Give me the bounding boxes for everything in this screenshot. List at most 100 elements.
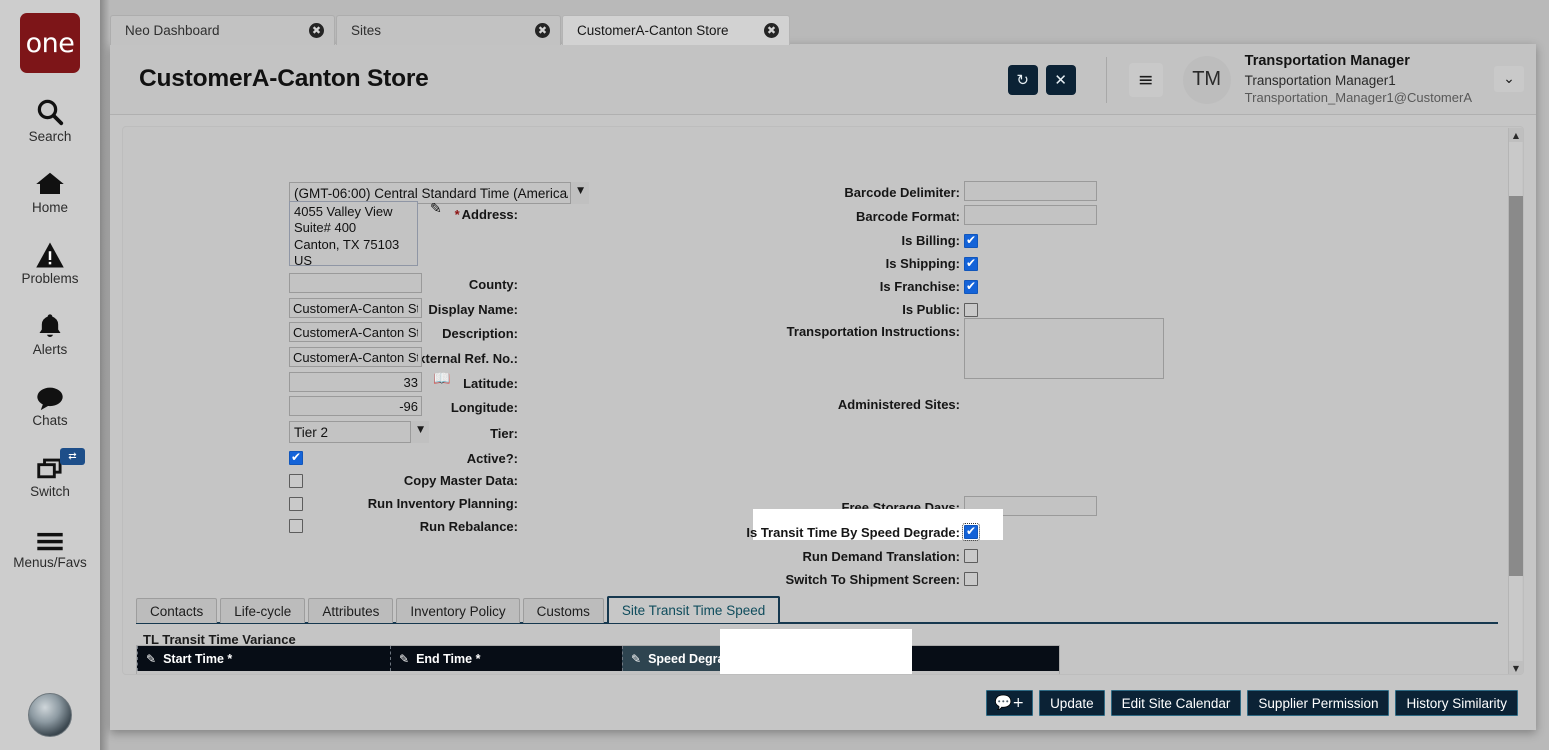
longitude-input[interactable] <box>289 396 422 416</box>
search-icon <box>35 93 65 127</box>
field-label: Barcode Format: <box>855 209 960 224</box>
is-shipping-checkbox[interactable] <box>964 256 978 271</box>
field-label: Run Demand Translation: <box>802 549 960 564</box>
address-textarea[interactable]: 4055 Valley View Suite# 400 Canton, TX 7… <box>289 201 418 266</box>
sidebar-item-menus-favs[interactable]: Menus/Favs <box>0 519 100 570</box>
tab-label: Neo Dashboard <box>125 23 220 38</box>
sidebar-item-problems[interactable]: Problems <box>0 235 100 286</box>
barcode-delimiter-input[interactable] <box>964 181 1097 201</box>
tab-site-transit-time-speed[interactable]: Site Transit Time Speed <box>606 596 781 623</box>
add-comment-button[interactable]: 💬+ <box>985 690 1034 716</box>
grid-column-start-time[interactable]: ✎ Start Time * <box>137 646 390 671</box>
avatar[interactable]: TM <box>1182 55 1231 104</box>
sidebar-item-label: Alerts <box>32 342 68 357</box>
is-transit-time-by-speed-degrade-checkbox[interactable] <box>962 523 980 541</box>
external-ref-input[interactable] <box>289 347 422 367</box>
tier-select[interactable]: Tier 2 <box>289 421 429 443</box>
sidebar-item-label: Switch <box>30 484 70 499</box>
description-input[interactable] <box>289 322 422 342</box>
browser-tab-sites[interactable]: Sites ✖ <box>336 15 561 45</box>
field-label: Latitude: <box>463 376 518 391</box>
field-label: Is Shipping: <box>885 256 960 271</box>
close-icon[interactable]: ✖ <box>764 23 779 38</box>
panel-vertical-scrollbar[interactable]: ▲ ▼ <box>1508 128 1523 674</box>
highlight-overlay-speed-degrade-column <box>720 629 912 674</box>
history-similarity-button[interactable]: History Similarity <box>1395 690 1518 716</box>
tl-transit-time-variance-grid: ✎ Start Time * ✎ End Time * ✎ Speed Degr… <box>136 645 1060 674</box>
field-label: Barcode Delimiter: <box>844 185 960 200</box>
field-label: External Ref. No.: <box>409 351 518 366</box>
tab-inventory-policy[interactable]: Inventory Policy <box>396 598 520 623</box>
display-name-input[interactable] <box>289 298 422 318</box>
browser-tab-customera-canton-store[interactable]: CustomerA-Canton Store ✖ <box>562 15 790 45</box>
edit-address-icon[interactable]: ✎ <box>430 201 442 217</box>
scroll-down-arrow-icon[interactable]: ▼ <box>1509 661 1523 674</box>
tab-label: Site Transit Time Speed <box>621 603 766 618</box>
field-label: County: <box>468 277 518 292</box>
field-is-transit-time-by-speed-degrade: Is Transit Time By Speed Degrade: <box>723 525 960 540</box>
run-rebalance-checkbox[interactable] <box>289 519 303 533</box>
tab-customs[interactable]: Customs <box>522 598 604 623</box>
field-administered-sites: Administered Sites: <box>743 397 960 412</box>
sidebar-item-search[interactable]: Search <box>0 93 100 144</box>
tab-contacts[interactable]: Contacts <box>136 598 218 623</box>
select-arrow-icon[interactable] <box>570 182 589 204</box>
county-input[interactable] <box>289 273 422 293</box>
field-copy-master-data: Copy Master Data: <box>218 473 518 488</box>
edit-icon: ✎ <box>631 651 642 666</box>
supplier-permission-button[interactable]: Supplier Permission <box>1247 690 1390 716</box>
field-label: Transportation Instructions: <box>786 324 960 339</box>
menu-icon[interactable]: ≡ <box>1128 62 1163 97</box>
sidebar-item-home[interactable]: Home <box>0 164 100 215</box>
close-button[interactable]: ✕ <box>1045 64 1076 95</box>
tab-label: Customs <box>536 603 590 619</box>
latitude-input[interactable] <box>289 372 422 392</box>
grid-empty-row: No Data <box>137 671 1059 674</box>
active-checkbox[interactable] <box>289 450 303 465</box>
edit-icon: ✎ <box>146 651 157 666</box>
user-info: Transportation Manager Transportation Ma… <box>1245 52 1472 106</box>
sidebar-item-chats[interactable]: Chats <box>0 377 100 428</box>
hamburger-icon <box>35 519 65 553</box>
left-nav-rail: one Search Home Problems Alerts Chats ⇄ … <box>0 0 100 750</box>
close-icon[interactable]: ✖ <box>535 23 550 38</box>
app-logo[interactable]: one <box>20 13 80 73</box>
footer-action-bar: 💬+ Update Edit Site Calendar Supplier Pe… <box>110 676 1536 730</box>
tab-label: CustomerA-Canton Store <box>577 23 729 38</box>
browser-tab-neo-dashboard[interactable]: Neo Dashboard ✖ <box>110 15 335 45</box>
copy-master-data-checkbox[interactable] <box>289 474 303 488</box>
switch-badge-icon[interactable]: ⇄ <box>60 448 85 465</box>
map-icon[interactable]: 📖 <box>433 371 450 387</box>
scroll-up-arrow-icon[interactable]: ▲ <box>1509 128 1523 142</box>
is-billing-checkbox[interactable] <box>964 233 978 248</box>
tab-label: Inventory Policy <box>410 603 506 619</box>
window-title-bar: CustomerA-Canton Store ↻ ✕ ≡ TM Transpor… <box>110 44 1536 115</box>
transportation-instructions-textarea[interactable] <box>964 318 1164 379</box>
user-avatar-globe[interactable] <box>28 693 72 737</box>
field-barcode-format: Barcode Format: <box>743 209 960 224</box>
field-active: Active?: <box>218 451 518 466</box>
close-icon[interactable]: ✖ <box>309 23 324 38</box>
select-arrow-icon[interactable] <box>410 421 429 443</box>
barcode-format-input[interactable] <box>964 205 1097 225</box>
field-label: Active?: <box>466 451 518 466</box>
refresh-button[interactable]: ↻ <box>1007 64 1038 95</box>
field-switch-to-shipment-screen: Switch To Shipment Screen: <box>743 572 960 587</box>
switch-to-shipment-screen-checkbox[interactable] <box>964 572 978 586</box>
chevron-down-icon[interactable]: ⌄ <box>1494 66 1524 92</box>
run-demand-translation-checkbox[interactable] <box>964 549 978 563</box>
sidebar-item-alerts[interactable]: Alerts <box>0 306 100 357</box>
sidebar-item-switch[interactable]: ⇄ Switch <box>0 448 100 499</box>
user-email: Transportation_Manager1@CustomerA <box>1244 90 1472 106</box>
tab-attributes[interactable]: Attributes <box>308 598 394 623</box>
field-run-rebalance: Run Rebalance: <box>218 519 518 534</box>
is-public-checkbox[interactable] <box>964 303 978 317</box>
scrollbar-thumb[interactable] <box>1509 196 1523 576</box>
edit-site-calendar-button[interactable]: Edit Site Calendar <box>1110 690 1242 716</box>
grid-column-end-time[interactable]: ✎ End Time * <box>390 646 622 671</box>
run-inventory-planning-checkbox[interactable] <box>289 497 303 511</box>
field-label: Run Rebalance: <box>419 519 518 534</box>
update-button[interactable]: Update <box>1039 690 1105 716</box>
is-franchise-checkbox[interactable] <box>964 279 978 294</box>
tab-life-cycle[interactable]: Life-cycle <box>220 598 306 623</box>
